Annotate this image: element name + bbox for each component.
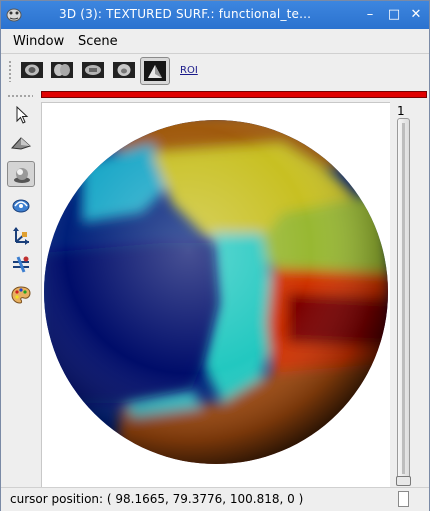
brain-view-2-icon — [51, 62, 73, 78]
app-icon — [6, 8, 22, 22]
brain-view-1-button[interactable] — [20, 60, 44, 82]
surface-view-button[interactable] — [140, 57, 170, 85]
palette-tool[interactable] — [7, 282, 35, 308]
brain-view-1-icon — [21, 62, 43, 78]
cursor-position-text: cursor position: ( 98.1665, 79.3776, 100… — [10, 492, 304, 506]
plane-tool-icon — [11, 137, 31, 150]
roi-button[interactable]: ROI — [180, 65, 198, 76]
select-tool[interactable] — [7, 102, 35, 128]
progress-bar — [41, 91, 427, 98]
menu-window[interactable]: Window — [13, 34, 64, 49]
toolbar-grip[interactable] — [8, 60, 12, 82]
slider-label: 1 — [397, 104, 405, 118]
textured-sphere — [44, 120, 388, 464]
cut-plane-tool[interactable] — [7, 251, 35, 277]
menu-bar: Window Scene — [1, 29, 429, 54]
brain-view-3-icon — [82, 62, 104, 78]
close-button[interactable]: ✕ — [408, 7, 424, 23]
maximize-button[interactable]: □ — [386, 7, 402, 23]
app-window: 3D (3): TEXTURED SURF.: functional_te...… — [0, 0, 430, 511]
title-bar[interactable]: 3D (3): TEXTURED SURF.: functional_te...… — [1, 1, 429, 29]
surface-view-icon — [144, 61, 166, 81]
toolbar: ROI — [1, 54, 429, 88]
view-rotate-tool[interactable] — [7, 192, 35, 218]
3d-viewport[interactable] — [41, 102, 390, 487]
sphere-navigate-icon — [14, 168, 30, 183]
sphere-texture — [44, 120, 388, 464]
axes-tool-icon — [13, 227, 29, 245]
brain-view-4-button[interactable] — [112, 60, 136, 82]
tool-palette-grip[interactable] — [7, 94, 33, 98]
brain-view-2-button[interactable] — [50, 60, 74, 82]
brain-view-3-button[interactable] — [81, 60, 105, 82]
menu-scene[interactable]: Scene — [78, 34, 118, 49]
status-indicator — [398, 491, 409, 507]
status-bar: cursor position: ( 98.1665, 79.3776, 100… — [1, 487, 429, 511]
cut-plane-icon — [13, 256, 29, 273]
palette-icon — [11, 286, 31, 304]
minimize-button[interactable]: – — [362, 7, 378, 23]
sphere-navigate-tool[interactable] — [7, 161, 35, 187]
plane-tool[interactable] — [7, 130, 35, 156]
slider-handle[interactable] — [396, 476, 411, 486]
axes-tool[interactable] — [7, 222, 35, 248]
tool-palette — [1, 88, 40, 487]
window-title: 3D (3): TEXTURED SURF.: functional_te... — [59, 7, 312, 21]
arrow-select-icon — [16, 105, 29, 124]
slider-groove — [402, 123, 405, 474]
time-slider[interactable] — [397, 118, 410, 479]
brain-view-4-icon — [113, 62, 135, 78]
view-rotate-icon — [12, 199, 30, 213]
